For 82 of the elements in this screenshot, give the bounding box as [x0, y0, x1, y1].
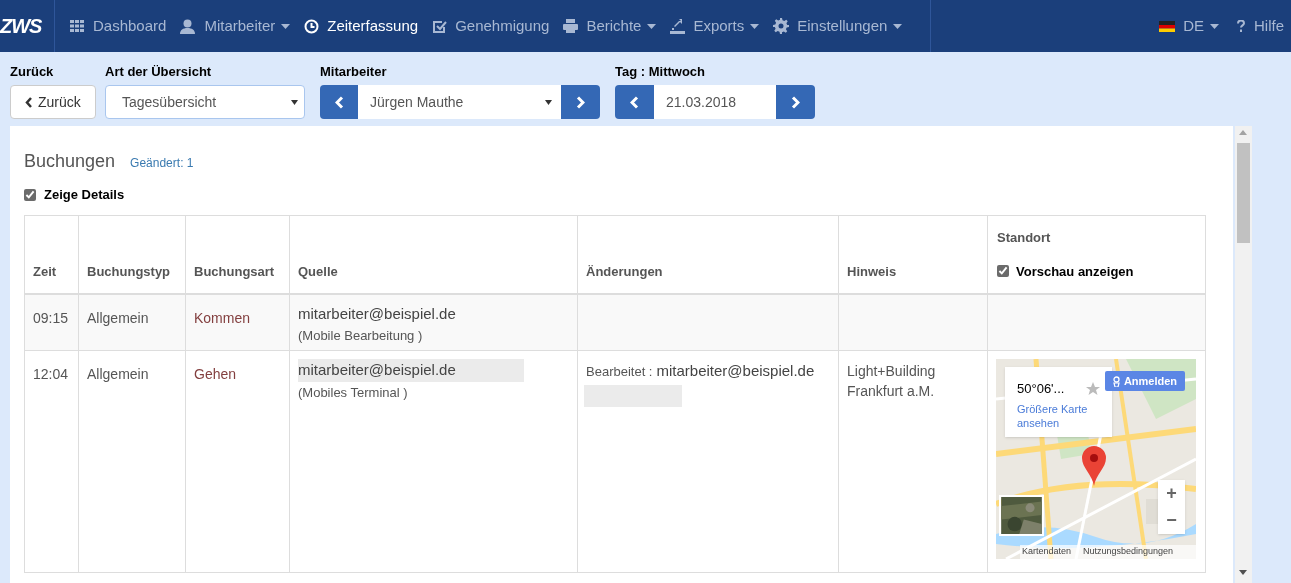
overview-select[interactable]: Tagesübersicht: [105, 85, 305, 119]
time-cell: 12:04: [33, 366, 69, 382]
field-label: Art der Übersicht: [105, 63, 213, 81]
scroll-down-icon[interactable]: [1239, 570, 1247, 575]
nav-link[interactable]: Genehmigung: [425, 0, 557, 52]
source-device: (Mobiles Terminal ): [298, 383, 408, 402]
help-icon: [1237, 20, 1245, 32]
export-icon: [670, 18, 686, 34]
table-cell: Allgemein: [87, 309, 149, 326]
column-header: Änderungen: [586, 263, 663, 279]
change-label: Bearbeitet :: [586, 363, 653, 381]
checkbox-label: Zeige Details: [44, 186, 125, 205]
chevron-right-icon: [791, 95, 800, 109]
table-cell: Allgemein: [87, 366, 149, 382]
source-email: mitarbeiter@beispiel.de: [298, 359, 524, 382]
field-label: Zurück: [10, 63, 55, 81]
column-header: Zeit: [33, 263, 57, 279]
nav-link[interactable]: Mitarbeiter: [173, 0, 298, 52]
previous-button[interactable]: [615, 85, 654, 119]
previous-button[interactable]: [320, 85, 358, 119]
printer-icon: [563, 19, 579, 33]
column-header: Buchungsart: [194, 263, 275, 279]
column-header: Buchungstyp: [87, 263, 171, 279]
map-footer-link[interactable]: Kartendaten: [1022, 545, 1072, 559]
checkbox-icon: [432, 18, 448, 34]
caret-icon: [750, 23, 760, 29]
zoom-out-button[interactable]: −: [1158, 507, 1185, 534]
star-icon[interactable]: [1086, 381, 1100, 396]
nav-link[interactable]: Exports: [663, 0, 767, 52]
note-line: Light+Building: [847, 362, 937, 381]
language-menu[interactable]: DE: [1159, 14, 1219, 38]
grid-icon: [70, 20, 84, 32]
back-button[interactable]: Zurück: [10, 85, 96, 119]
zoom-in-button[interactable]: +: [1158, 480, 1185, 507]
scrollbar-thumb[interactable]: [1237, 143, 1250, 243]
table-cell: Gehen: [194, 366, 237, 382]
next-button[interactable]: [776, 85, 815, 119]
sign-in-button[interactable]: Anmelden: [1105, 371, 1185, 391]
flag-icon: [1159, 20, 1176, 32]
chevron-left-icon: [630, 95, 639, 109]
table-cell: Kommen: [194, 309, 251, 326]
caret-icon: [893, 23, 903, 29]
checkbox-label: Vorschau anzeigen: [1016, 262, 1134, 281]
user-icon: [180, 18, 196, 34]
scrollbar[interactable]: [1235, 126, 1252, 583]
chevron-right-icon: [576, 95, 585, 109]
column-header: Hinweis: [847, 263, 897, 279]
section-title: Buchungen: [24, 150, 116, 173]
caret-icon: [281, 23, 291, 29]
help-link[interactable]: Hilfe: [1237, 14, 1284, 38]
change-author: mitarbeiter@beispiel.de: [656, 361, 815, 381]
dropdown-arrow-icon: [291, 99, 298, 105]
source-email: mitarbeiter@beispiel.de: [298, 303, 457, 324]
chevron-left-icon: [25, 96, 33, 108]
clock-icon: [304, 18, 320, 34]
checkbox[interactable]: [24, 189, 36, 201]
column-header: Quelle: [298, 263, 338, 279]
logo[interactable]: ZWS: [0, 0, 55, 52]
larger-map-link[interactable]: Größere Karte ansehen: [1017, 401, 1100, 430]
caret-icon: [647, 23, 657, 29]
nav-link[interactable]: Zeiterfassung: [297, 0, 426, 52]
gear-icon: [773, 18, 790, 34]
field-label: Tag : Mittwoch: [615, 63, 707, 81]
checkbox[interactable]: [997, 265, 1009, 278]
coordinates: 50°06'...: [1017, 380, 1065, 398]
map-pin-icon: [1082, 446, 1106, 486]
nav-link[interactable]: Berichte: [556, 0, 664, 52]
nav-link[interactable]: Dashboard: [63, 0, 174, 52]
chevron-left-icon: [334, 95, 344, 109]
caret-icon: [1210, 23, 1219, 29]
employee-select[interactable]: Jürgen Mauthe: [358, 85, 561, 119]
nav-link[interactable]: Einstellungen: [766, 0, 910, 52]
column-header: Standort: [997, 229, 1052, 247]
source-device: (Mobile Bearbeitung ): [298, 327, 423, 345]
date-field[interactable]: 21.03.2018: [654, 85, 776, 119]
map-footer-link[interactable]: Nutzungsbedingungen: [1083, 545, 1174, 559]
field-label: Mitarbeiter: [320, 63, 388, 81]
note-line: Frankfurt a.M.: [847, 382, 936, 401]
changed-count: Geändert: 1: [130, 155, 194, 172]
dropdown-arrow-icon: [545, 99, 552, 105]
next-button[interactable]: [561, 85, 600, 119]
time-cell: 09:15: [33, 309, 69, 326]
